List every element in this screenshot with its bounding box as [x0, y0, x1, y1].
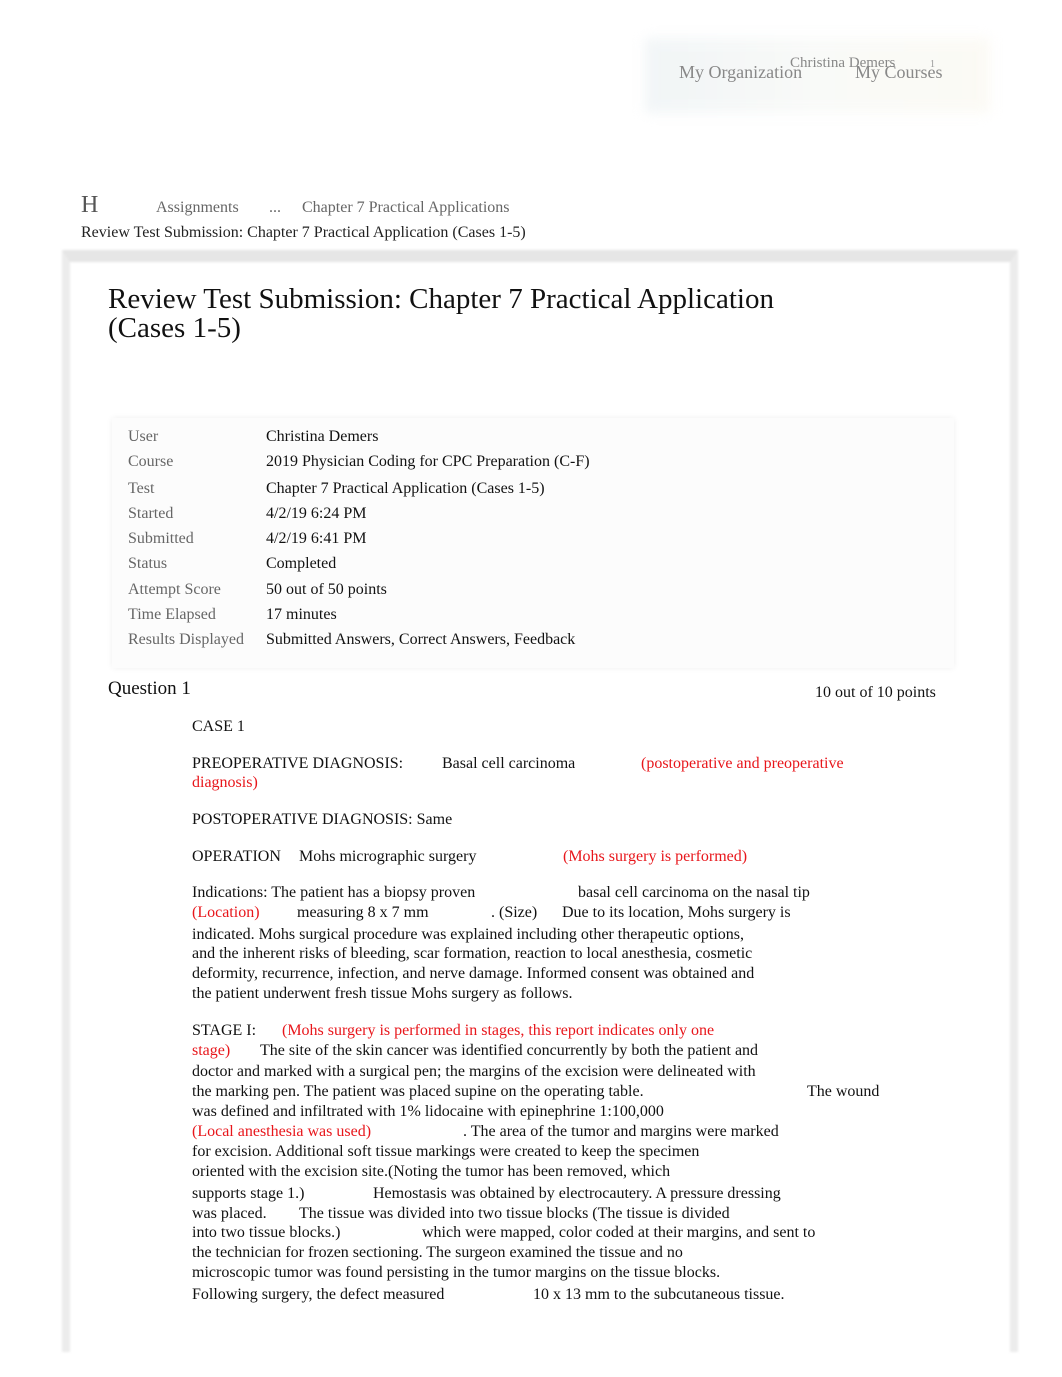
case-text: Basal cell carcinoma: [442, 755, 576, 772]
case-text: OPERATION: [192, 848, 281, 865]
case-text: measuring 8 x 7 mm: [297, 904, 429, 921]
breadcrumb-assignments[interactable]: Assignments: [156, 199, 239, 217]
case-text: supports stage 1.): [192, 1185, 305, 1202]
case-text: deformity, recurrence, infection, and ne…: [192, 965, 755, 982]
feedback-text: (Mohs surgery is performed): [563, 848, 748, 865]
page: My Organization My Courses Christina Dem…: [0, 0, 1062, 1377]
case-text: Following surgery, the defect measured: [192, 1286, 445, 1303]
page-title-line2: (Cases 1-5): [108, 312, 241, 344]
page-title: Review Test Submission: Chapter 7 Practi…: [108, 283, 774, 315]
info-value: 4/2/19 6:41 PM: [266, 530, 367, 547]
info-value: 2019 Physician Coding for CPC Preparatio…: [266, 453, 590, 470]
case-text: Hemostasis was obtained by electrocauter…: [373, 1185, 781, 1202]
case-text: The wound: [807, 1083, 880, 1100]
case-text: The site of the skin cancer was identifi…: [260, 1042, 759, 1059]
info-label: Test: [128, 480, 155, 497]
breadcrumb-current: Review Test Submission: Chapter 7 Practi…: [81, 224, 526, 241]
case-text: STAGE I:: [192, 1022, 257, 1039]
info-label: Submitted: [128, 530, 194, 547]
info-label: Course: [128, 453, 174, 470]
case-text: POSTOPERATIVE DIAGNOSIS: Same: [192, 811, 453, 828]
case-text: . (Size): [491, 904, 538, 921]
info-value: Completed: [266, 555, 337, 572]
info-label: Started: [128, 505, 174, 522]
case-text: which were mapped, color coded at their …: [422, 1224, 816, 1241]
info-value: 17 minutes: [266, 606, 337, 623]
info-value: 4/2/19 6:24 PM: [266, 505, 367, 522]
info-value: 50 out of 50 points: [266, 581, 387, 598]
breadcrumb-chapter[interactable]: Chapter 7 Practical Applications: [302, 199, 510, 217]
feedback-text: (Local anesthesia was used): [192, 1123, 372, 1140]
case-text: the technician for frozen sectioning. Th…: [192, 1244, 683, 1261]
case-text: indicated. Mohs surgical procedure was e…: [192, 926, 744, 943]
case-text: oriented with the excision site.(Noting …: [192, 1163, 671, 1180]
case-text: doctor and marked with a surgical pen; t…: [192, 1063, 756, 1080]
info-label: Attempt Score: [128, 581, 221, 598]
case-text: PREOPERATIVE DIAGNOSIS:: [192, 755, 404, 772]
nav-my-organization[interactable]: My Organization: [679, 62, 802, 83]
case-text: basal cell carcinoma on the nasal tip: [578, 884, 810, 901]
case-text: for excision. Additional soft tissue mar…: [192, 1143, 700, 1160]
case-text: into two tissue blocks.): [192, 1224, 341, 1241]
feedback-text: (Location): [192, 904, 260, 921]
info-label: Time Elapsed: [128, 606, 216, 623]
feedback-text: stage): [192, 1042, 231, 1059]
case-text: . The area of the tumor and margins were…: [463, 1123, 779, 1140]
case-text: the patient underwent fresh tissue Mohs …: [192, 985, 573, 1002]
case-text: was defined and infiltrated with 1% lido…: [192, 1103, 664, 1120]
case-text: The tissue was divided into two tissue b…: [299, 1205, 730, 1222]
case-text: was placed.: [192, 1205, 267, 1222]
info-label: Results Displayed: [128, 631, 244, 648]
notification-badge[interactable]: 1: [930, 59, 935, 70]
info-value: Chapter 7 Practical Application (Cases 1…: [266, 480, 545, 497]
feedback-text: (Mohs surgery is performed in stages, th…: [282, 1022, 715, 1039]
question-title: Question 1: [108, 678, 191, 699]
info-label: Status: [128, 555, 168, 572]
case-text: 10 x 13 mm to the subcutaneous tissue.: [533, 1286, 785, 1303]
case-text: the marking pen. The patient was placed …: [192, 1083, 644, 1100]
case-text: Indications: The patient has a biopsy pr…: [192, 884, 476, 901]
case-text: Mohs micrographic surgery: [299, 848, 477, 865]
user-menu[interactable]: Christina Demers: [790, 55, 895, 72]
case-text: microscopic tumor was found persisting i…: [192, 1264, 721, 1281]
case-text: CASE 1: [192, 718, 245, 735]
info-value: Submitted Answers, Correct Answers, Feed…: [266, 631, 576, 648]
breadcrumb-ellipsis[interactable]: ...: [269, 199, 281, 217]
info-label: User: [128, 428, 159, 445]
case-text: Due to its location, Mohs surgery is: [562, 904, 791, 921]
info-value: Christina Demers: [266, 428, 379, 445]
question-points: 10 out of 10 points: [815, 684, 936, 701]
case-text: and the inherent risks of bleeding, scar…: [192, 945, 753, 962]
feedback-text: diagnosis): [192, 774, 258, 791]
breadcrumb-home[interactable]: H: [81, 192, 98, 219]
feedback-text: (postoperative and preoperative: [641, 755, 844, 772]
